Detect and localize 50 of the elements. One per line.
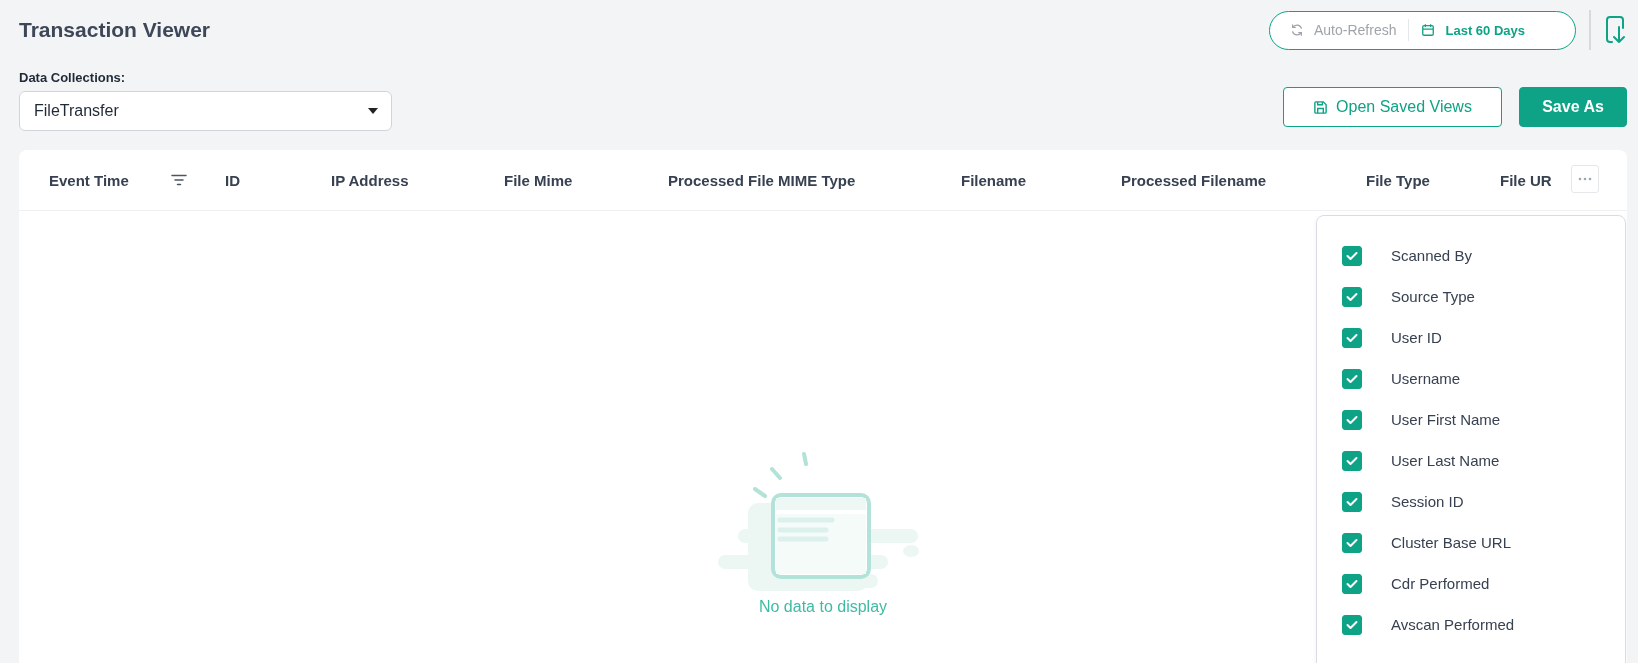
checkbox[interactable] bbox=[1342, 245, 1362, 266]
column-option[interactable]: User First Name bbox=[1391, 411, 1501, 428]
checkmark-icon bbox=[1346, 373, 1358, 384]
field-label: Data Collections: bbox=[19, 70, 127, 85]
checkmark-icon bbox=[1346, 291, 1358, 302]
column-header[interactable]: Processed File MIME Type bbox=[668, 171, 856, 189]
save-icon bbox=[1313, 99, 1329, 115]
more-icon bbox=[1578, 177, 1592, 181]
checkbox[interactable] bbox=[1342, 491, 1362, 512]
checkbox[interactable] bbox=[1342, 409, 1362, 430]
column-option[interactable]: User Last Name bbox=[1391, 452, 1500, 469]
page-title: Transaction Viewer bbox=[19, 17, 212, 43]
column-header[interactable]: ID bbox=[225, 171, 240, 189]
column-header[interactable]: File Type bbox=[1366, 171, 1430, 189]
column-option[interactable]: User ID bbox=[1391, 329, 1442, 346]
column-option[interactable]: Source Type bbox=[1391, 288, 1475, 305]
column-header[interactable]: Event Time bbox=[49, 171, 129, 189]
checkmark-icon bbox=[1346, 455, 1358, 466]
download-icon[interactable] bbox=[1605, 15, 1627, 45]
column-header[interactable]: File UR bbox=[1500, 171, 1552, 189]
column-header[interactable]: Filename bbox=[961, 171, 1027, 189]
checkbox[interactable] bbox=[1342, 532, 1362, 553]
checkmark-icon bbox=[1346, 414, 1358, 425]
checkbox[interactable] bbox=[1342, 573, 1362, 594]
checkbox[interactable] bbox=[1342, 614, 1362, 635]
column-option[interactable]: Avscan Performed bbox=[1391, 616, 1515, 633]
filter-icon[interactable] bbox=[170, 174, 187, 186]
column-option[interactable]: Cdr Performed bbox=[1391, 575, 1490, 592]
column-option[interactable]: Username bbox=[1391, 370, 1461, 387]
checkbox[interactable] bbox=[1342, 450, 1362, 471]
checkmark-icon bbox=[1346, 496, 1358, 507]
calendar-icon bbox=[1421, 23, 1436, 37]
checkbox[interactable] bbox=[1342, 286, 1362, 307]
empty-message: No data to display bbox=[758, 598, 888, 616]
checkbox[interactable] bbox=[1342, 368, 1362, 389]
column-option[interactable]: Scanned By bbox=[1391, 247, 1472, 264]
collection-dropdown[interactable]: FileTransfer bbox=[19, 91, 392, 131]
column-option[interactable]: Cluster Base URL bbox=[1391, 534, 1512, 551]
checkmark-icon bbox=[1346, 619, 1358, 630]
column-header[interactable]: File Mime bbox=[504, 171, 573, 189]
checkmark-icon bbox=[1346, 578, 1358, 589]
column-header[interactable]: IP Address bbox=[331, 171, 409, 189]
refresh-icon bbox=[1290, 23, 1304, 37]
column-header[interactable]: Processed Filename bbox=[1121, 171, 1267, 189]
column-option[interactable]: Session ID bbox=[1391, 493, 1464, 510]
checkbox[interactable] bbox=[1342, 327, 1362, 348]
checkmark-icon bbox=[1346, 250, 1358, 261]
checkmark-icon bbox=[1346, 332, 1358, 343]
caret-icon bbox=[368, 108, 378, 114]
checkmark-icon bbox=[1346, 537, 1358, 548]
